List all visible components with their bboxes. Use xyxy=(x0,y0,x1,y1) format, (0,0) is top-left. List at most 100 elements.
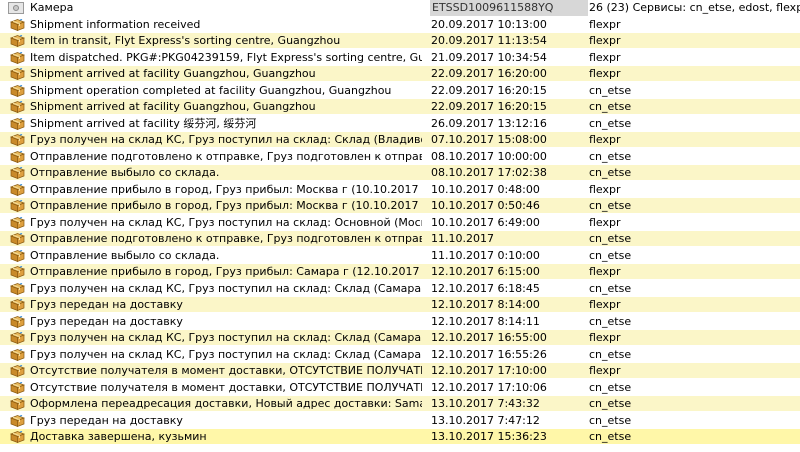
event-description: Доставка завершена, кузьмин xyxy=(30,430,207,443)
event-description: Shipment operation completed at facility… xyxy=(30,83,392,97)
event-service: cn_etse xyxy=(589,281,632,295)
package-icon xyxy=(10,165,26,181)
package-icon xyxy=(10,116,26,132)
event-datetime: 10.10.2017 0:48:00 xyxy=(431,182,540,196)
event-description: Груз получен на склад КС, Груз поступил … xyxy=(30,281,422,295)
package-icon xyxy=(10,314,26,330)
event-service: cn_etse xyxy=(589,397,632,410)
package-icon xyxy=(10,198,26,214)
package-icon xyxy=(10,429,26,445)
package-icon xyxy=(10,149,26,165)
package-icon xyxy=(10,132,26,148)
table-row[interactable]: Оформлена переадресация доставки, Новый … xyxy=(0,396,800,412)
package-icon xyxy=(10,297,26,313)
table-row[interactable]: Отправление прибыло в город, Груз прибыл… xyxy=(0,264,800,280)
event-description: Item in transit, Flyt Express's sorting … xyxy=(30,34,341,47)
event-service: cn_etse xyxy=(589,166,632,179)
event-datetime: 26.09.2017 13:12:16 xyxy=(431,116,547,130)
event-datetime: 22.09.2017 16:20:00 xyxy=(431,67,547,80)
event-service: flexpr xyxy=(589,182,621,196)
table-row[interactable]: Груз передан на доставку 13.10.2017 7:47… xyxy=(0,412,800,429)
camera-icon xyxy=(8,2,24,14)
table-row[interactable]: Груз получен на склад КС, Груз поступил … xyxy=(0,280,800,297)
event-description: Груз передан на доставку xyxy=(30,314,183,328)
package-icon xyxy=(10,413,26,429)
table-row[interactable]: Отправление выбыло со склада. 11.10.2017… xyxy=(0,247,800,264)
package-icon xyxy=(10,17,26,33)
package-icon xyxy=(10,83,26,99)
table-row[interactable]: Отправление выбыло со склада. 08.10.2017… xyxy=(0,165,800,181)
table-row[interactable]: Отсутствие получателя в момент доставки,… xyxy=(0,379,800,396)
package-icon xyxy=(10,33,26,49)
table-row[interactable]: Shipment operation completed at facility… xyxy=(0,82,800,99)
table-row[interactable]: Груз получен на склад КС, Груз поступил … xyxy=(0,330,800,346)
event-description: Груз передан на доставку xyxy=(30,413,183,427)
event-datetime: 10.10.2017 0:50:46 xyxy=(431,199,540,212)
event-description: Отправление прибыло в город, Груз прибыл… xyxy=(30,182,422,196)
event-description: Отправление выбыло со склада. xyxy=(30,166,220,179)
table-row[interactable]: Item in transit, Flyt Express's sorting … xyxy=(0,33,800,49)
event-description: Отправление подготовлено к отправке, Гру… xyxy=(30,149,422,163)
event-datetime: 21.09.2017 10:34:54 xyxy=(431,50,547,64)
event-datetime: 08.10.2017 10:00:00 xyxy=(431,149,547,163)
table-row[interactable]: Груз получен на склад КС, Груз поступил … xyxy=(0,346,800,363)
event-description: Item dispatched. PKG#:PKG04239159, Flyt … xyxy=(30,50,422,64)
table-row[interactable]: Shipment arrived at facility 绥芬河, 绥芬河 26… xyxy=(0,115,800,132)
event-service: flexpr xyxy=(589,50,621,64)
package-icon xyxy=(10,264,26,280)
event-datetime: 12.10.2017 6:15:00 xyxy=(431,265,540,278)
table-row[interactable]: Отсутствие получателя в момент доставки,… xyxy=(0,363,800,379)
table-row[interactable]: Shipment arrived at facility Guangzhou, … xyxy=(0,99,800,115)
table-row[interactable]: Shipment arrived at facility Guangzhou, … xyxy=(0,66,800,82)
event-datetime: 20.09.2017 10:13:00 xyxy=(431,17,547,31)
event-datetime: 22.09.2017 16:20:15 xyxy=(431,100,547,113)
table-row[interactable]: Отправление подготовлено к отправке, Гру… xyxy=(0,231,800,247)
header-title: Камера xyxy=(30,1,74,14)
event-service: cn_etse xyxy=(589,199,632,212)
event-datetime: 13.10.2017 7:43:32 xyxy=(431,397,540,410)
table-row[interactable]: Груз получен на склад КС, Груз поступил … xyxy=(0,214,800,231)
package-icon xyxy=(10,215,26,231)
package-icon xyxy=(10,330,26,346)
event-service: cn_etse xyxy=(589,232,632,245)
table-row[interactable]: Отправление подготовлено к отправке, Гру… xyxy=(0,148,800,165)
package-icon xyxy=(10,396,26,412)
event-datetime: 20.09.2017 11:13:54 xyxy=(431,34,547,47)
event-service: cn_etse xyxy=(589,430,632,443)
event-service: cn_etse xyxy=(589,149,632,163)
event-datetime: 13.10.2017 7:47:12 xyxy=(431,413,540,427)
table-row[interactable]: Item dispatched. PKG#:PKG04239159, Flyt … xyxy=(0,49,800,66)
package-icon xyxy=(10,248,26,264)
tracking-table: Камера ETSSD1009611588YQ 26 (23) Сервисы… xyxy=(0,0,800,452)
event-description: Shipment information received xyxy=(30,17,201,31)
event-description: Отсутствие получателя в момент доставки,… xyxy=(30,364,422,377)
table-row[interactable]: Груз получен на склад КС, Груз поступил … xyxy=(0,132,800,148)
event-description: Отправление прибыло в город, Груз прибыл… xyxy=(30,265,422,278)
table-row[interactable]: Отправление прибыло в город, Груз прибыл… xyxy=(0,198,800,214)
event-service: flexpr xyxy=(589,133,621,146)
package-icon xyxy=(10,66,26,82)
package-icon xyxy=(10,380,26,396)
event-datetime: 08.10.2017 17:02:38 xyxy=(431,166,547,179)
event-datetime: 11.10.2017 0:10:00 xyxy=(431,248,540,262)
table-row[interactable]: Доставка завершена, кузьмин 13.10.2017 1… xyxy=(0,429,800,445)
event-datetime: 12.10.2017 17:10:06 xyxy=(431,380,547,394)
table-row[interactable]: Отправление прибыло в город, Груз прибыл… xyxy=(0,181,800,198)
table-row[interactable]: Груз передан на доставку 12.10.2017 8:14… xyxy=(0,313,800,330)
event-datetime: 12.10.2017 6:18:45 xyxy=(431,281,540,295)
event-description: Груз передан на доставку xyxy=(30,298,183,311)
event-service: cn_etse xyxy=(589,413,632,427)
event-service: flexpr xyxy=(589,17,621,31)
event-service: cn_etse xyxy=(589,380,632,394)
table-row[interactable]: Shipment information received 20.09.2017… xyxy=(0,16,800,33)
table-row[interactable]: Груз передан на доставку 12.10.2017 8:14… xyxy=(0,297,800,313)
event-description: Груз получен на склад КС, Груз поступил … xyxy=(30,133,422,146)
services-summary: 26 (23) Сервисы: cn_etse, edost, flexpr,… xyxy=(589,1,800,14)
event-description: Груз получен на склад КС, Груз поступил … xyxy=(30,347,422,361)
package-icon xyxy=(10,50,26,66)
event-service: flexpr xyxy=(589,298,621,311)
header-row: Камера ETSSD1009611588YQ 26 (23) Сервисы… xyxy=(0,0,800,16)
event-description: Shipment arrived at facility 绥芬河, 绥芬河 xyxy=(30,116,257,130)
event-description: Отправление подготовлено к отправке, Гру… xyxy=(30,232,422,245)
tracking-id[interactable]: ETSSD1009611588YQ xyxy=(430,0,588,16)
